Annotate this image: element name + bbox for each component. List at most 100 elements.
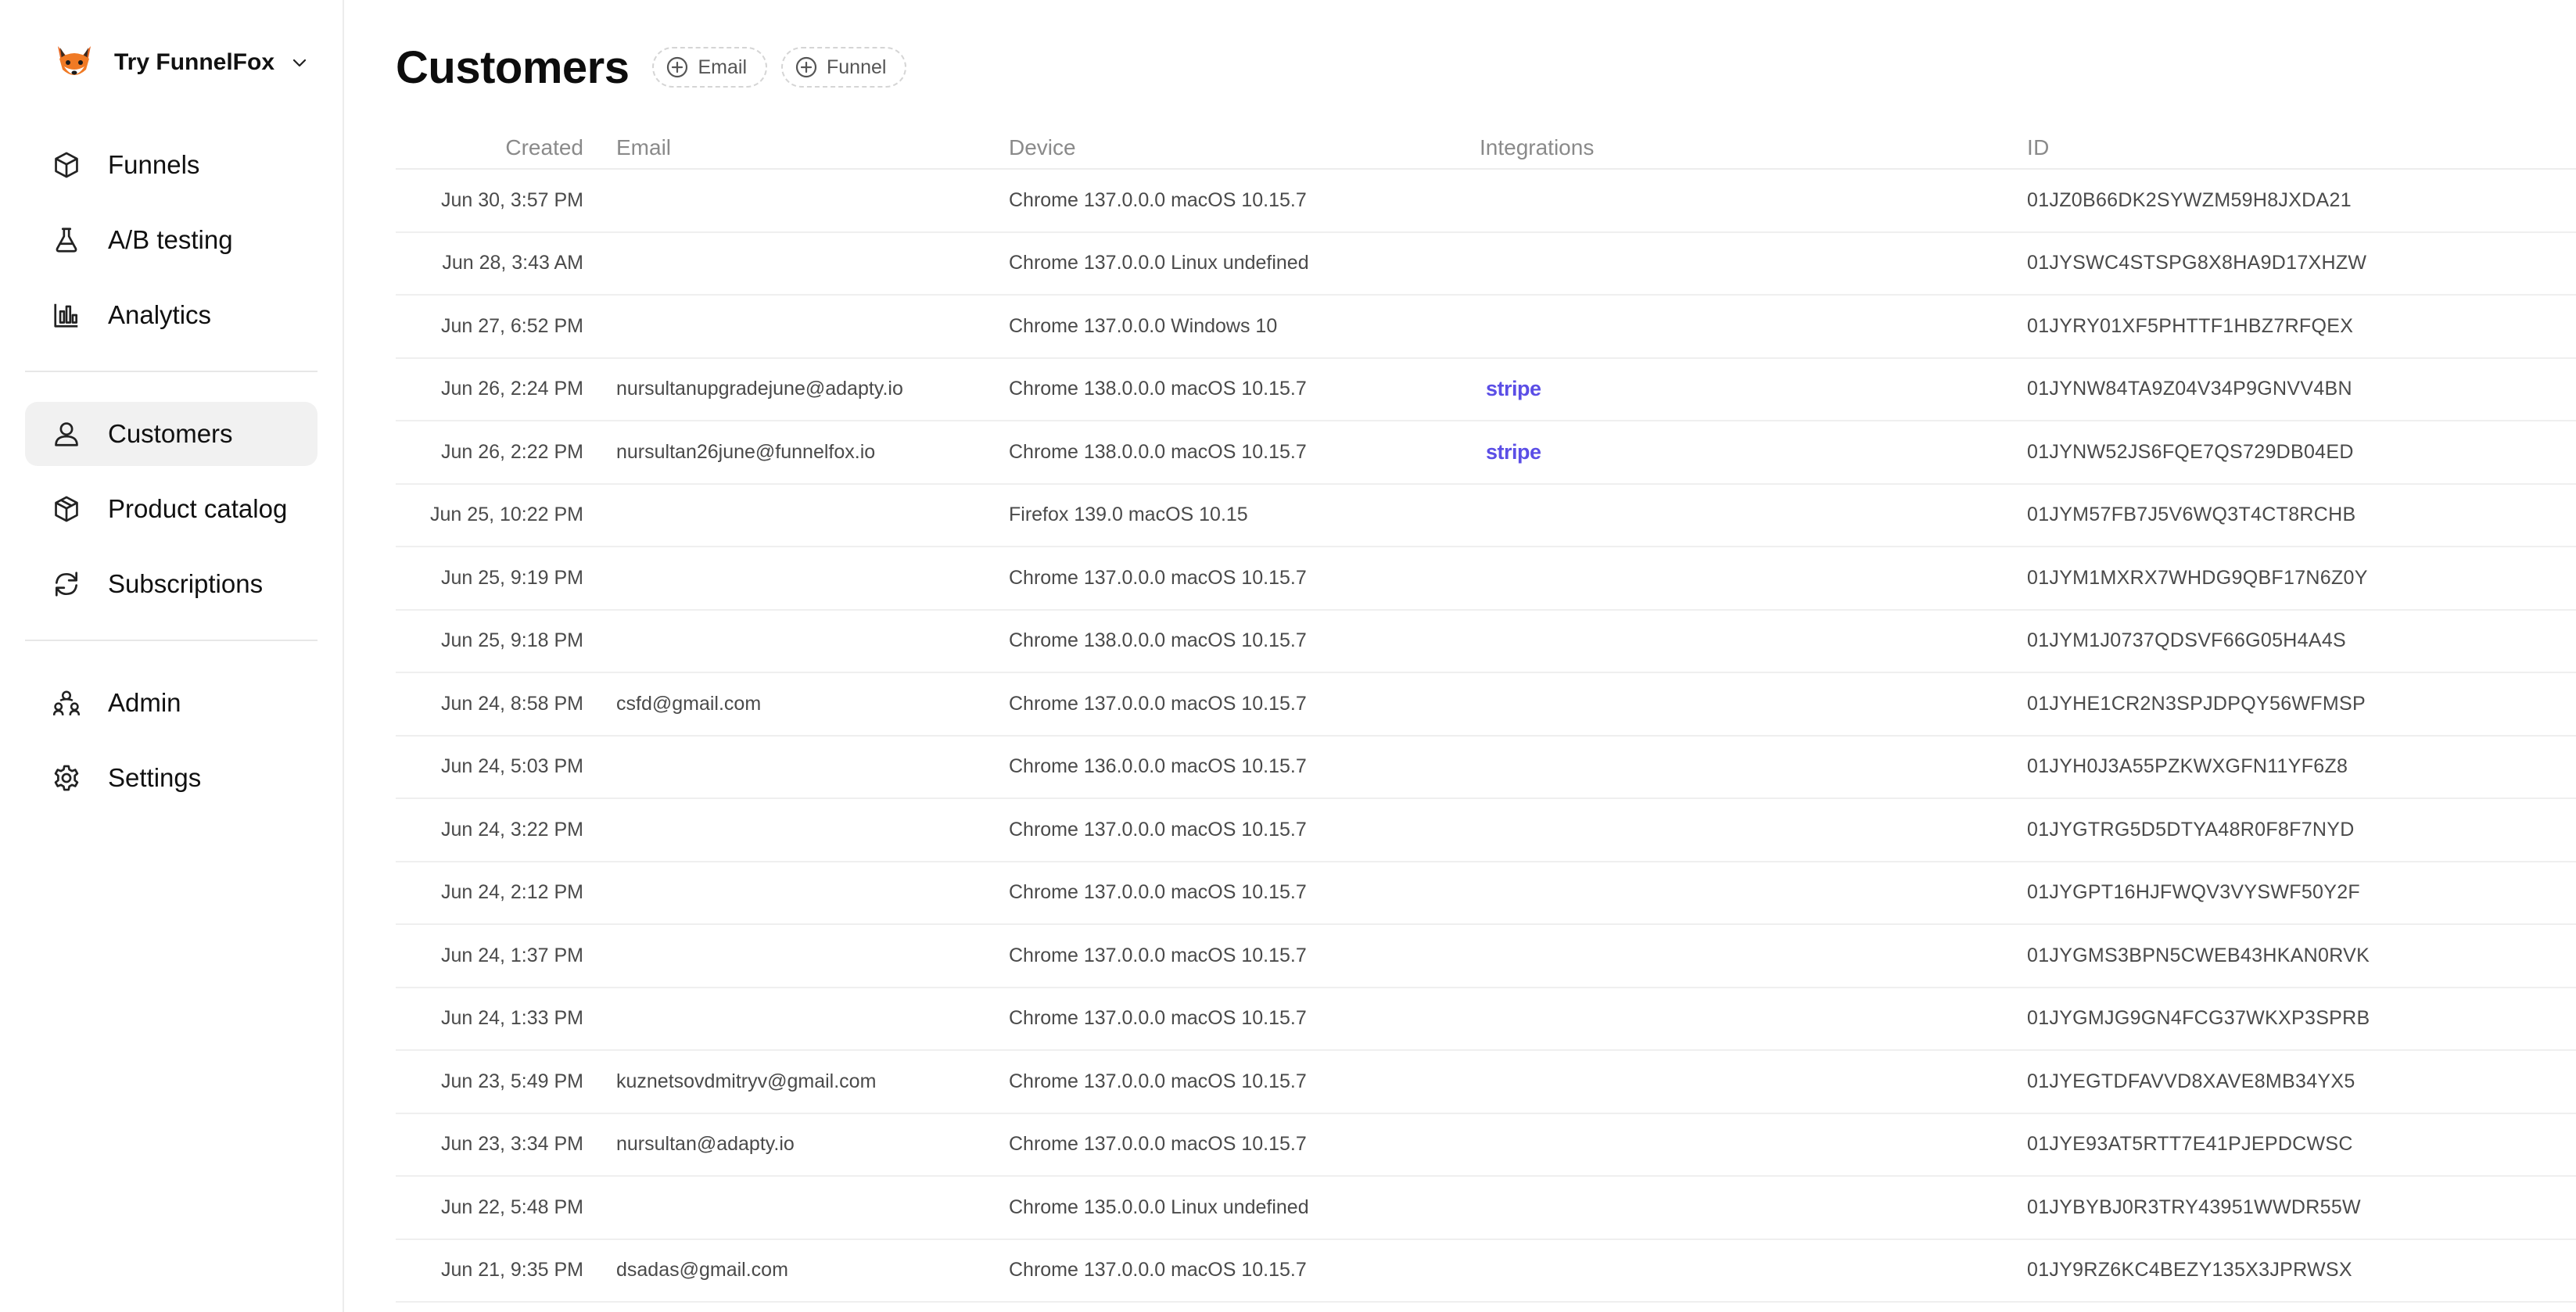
table-row[interactable]: Jun 23, 3:34 PM nursultan@adapty.io Chrome…: [396, 1113, 2576, 1177]
nav-product-catalog-label: Product catalog: [108, 494, 288, 523]
cell-id: 01JYE93AT5RTT7E41PJEPDCWSC: [2027, 1113, 2576, 1177]
nav-product-catalog[interactable]: Product catalog: [25, 477, 318, 541]
email-filter-button[interactable]: Email: [652, 47, 767, 88]
table-row[interactable]: Jun 27, 6:52 PM Chrome 137.0.0.0 Windows …: [396, 295, 2576, 359]
users-admin-icon: [52, 690, 81, 715]
cell-id: 01JYGMS3BPN5CWEB43HKAN0RVK: [2027, 924, 2576, 988]
nav-customers[interactable]: Customers: [25, 402, 318, 466]
cell-email: [583, 987, 1009, 1051]
cell-device: Chrome 137.0.0.0 macOS 10.15.7: [1009, 924, 1480, 988]
table-row[interactable]: Jun 24, 5:03 PM Chrome 136.0.0.0 macOS 10…: [396, 735, 2576, 799]
table-row[interactable]: Jun 28, 3:43 AM Chrome 137.0.0.0 Linux un…: [396, 231, 2576, 296]
cell-id: 01JYGMJG9GN4FCG37WKXP3SPRB: [2027, 987, 2576, 1051]
stripe-logo: stripe: [1486, 377, 1541, 401]
table-row[interactable]: Jun 26, 2:22 PM nursultan26june@funnelfox…: [396, 421, 2576, 485]
table-row[interactable]: Jun 22, 5:48 PM Chrome 135.0.0.0 Linux un…: [396, 1176, 2576, 1240]
table-body: Jun 30, 3:57 PM Chrome 137.0.0.0 macOS 10…: [396, 169, 2576, 1303]
nav-settings-label: Settings: [108, 763, 202, 792]
nav-ab-testing[interactable]: A/B testing: [25, 208, 318, 272]
table-row[interactable]: Jun 25, 9:18 PM Chrome 138.0.0.0 macOS 10…: [396, 609, 2576, 673]
table-row[interactable]: Jun 25, 9:19 PM Chrome 137.0.0.0 macOS 10…: [396, 547, 2576, 611]
cell-email: [583, 924, 1009, 988]
cell-id: 01JYM57FB7J5V6WQ3T4CT8RCHB: [2027, 483, 2576, 547]
cell-email: [583, 735, 1009, 799]
plus-circle-icon: [795, 56, 817, 78]
table-row[interactable]: Jun 26, 2:24 PM nursultanupgradejune@adap…: [396, 357, 2576, 421]
cell-id: 01JYNW84TA9Z04V34P9GNVV4BN: [2027, 357, 2576, 421]
cell-email: [583, 169, 1009, 233]
table-row[interactable]: Jun 23, 5:49 PM kuznetsovdmitryv@gmail.co…: [396, 1050, 2576, 1114]
cell-integrations: [1480, 231, 2027, 296]
cell-email: dsadas@gmail.com: [583, 1239, 1009, 1303]
cell-created: Jun 23, 3:34 PM: [396, 1113, 583, 1177]
cell-email: [583, 483, 1009, 547]
table-row[interactable]: Jun 24, 2:12 PM Chrome 137.0.0.0 macOS 10…: [396, 861, 2576, 925]
user-icon: [55, 422, 78, 446]
cell-integrations: [1480, 798, 2027, 862]
table-row[interactable]: Jun 25, 10:22 PM Firefox 139.0 macOS 10.1…: [396, 483, 2576, 547]
table-row[interactable]: Jun 21, 9:35 PM dsadas@gmail.com Chrome 13…: [396, 1239, 2576, 1303]
cell-id: 01JYNW52JS6FQE7QS729DB04ED: [2027, 421, 2576, 485]
cell-created: Jun 24, 1:37 PM: [396, 924, 583, 988]
table-row[interactable]: Jun 24, 1:33 PM Chrome 137.0.0.0 macOS 10…: [396, 987, 2576, 1051]
table-row[interactable]: Jun 30, 3:57 PM Chrome 137.0.0.0 macOS 10…: [396, 169, 2576, 233]
cell-created: Jun 28, 3:43 AM: [396, 231, 583, 296]
cell-device: Chrome 136.0.0.0 macOS 10.15.7: [1009, 735, 1480, 799]
cell-id: 01JYSWC4STSPG8X8HA9D17XHZW: [2027, 231, 2576, 296]
nav-funnels[interactable]: Funnels: [25, 133, 318, 197]
cell-integrations: [1480, 861, 2027, 925]
cell-created: Jun 25, 9:18 PM: [396, 609, 583, 673]
gear-icon: [54, 765, 79, 791]
cell-integrations: [1480, 547, 2027, 611]
cell-device: Chrome 137.0.0.0 macOS 10.15.7: [1009, 861, 1480, 925]
nav-analytics-label: Analytics: [108, 300, 212, 329]
nav-admin-label: Admin: [108, 688, 181, 717]
cell-id: 01JYM1J0737QDSVF66G05H4A4S: [2027, 609, 2576, 673]
cell-email: [583, 295, 1009, 359]
funnel-filter-button[interactable]: Funnel: [781, 47, 907, 88]
cell-email: nursultan26june@funnelfox.io: [583, 421, 1009, 485]
flask-icon: [56, 228, 77, 253]
column-header-id[interactable]: ID: [2027, 130, 2576, 170]
nav-analytics[interactable]: Analytics: [25, 283, 318, 347]
cell-device: Chrome 137.0.0.0 macOS 10.15.7: [1009, 1113, 1480, 1177]
workspace-switcher[interactable]: Try FunnelFox: [25, 31, 318, 94]
column-header-email[interactable]: Email: [583, 130, 1009, 170]
cell-id: 01JYBYBJ0R3TRY43951WWDR55W: [2027, 1176, 2576, 1240]
nav-admin[interactable]: Admin: [25, 671, 318, 735]
plus-circle-icon: [667, 56, 688, 78]
cell-email: nursultanupgradejune@adapty.io: [583, 357, 1009, 421]
column-header-device[interactable]: Device: [1009, 130, 1480, 170]
cell-created: Jun 26, 2:24 PM: [396, 357, 583, 421]
cell-integrations: [1480, 1113, 2027, 1177]
cell-integrations: [1480, 483, 2027, 547]
cell-integrations: [1480, 295, 2027, 359]
package-icon: [55, 496, 78, 522]
sidebar-divider: [25, 640, 318, 641]
cell-created: Jun 26, 2:22 PM: [396, 421, 583, 485]
funnel-filter-label: Funnel: [827, 56, 887, 78]
nav-customers-label: Customers: [108, 419, 233, 448]
cell-integrations: [1480, 735, 2027, 799]
nav-funnels-label: Funnels: [108, 150, 200, 179]
cell-device: Chrome 137.0.0.0 macOS 10.15.7: [1009, 798, 1480, 862]
cell-email: [583, 861, 1009, 925]
cell-email: [583, 547, 1009, 611]
cell-id: 01JY9RZ6KC4BEZY135X3JPRWSX: [2027, 1239, 2576, 1303]
cell-email: [583, 231, 1009, 296]
table-row[interactable]: Jun 24, 1:37 PM Chrome 137.0.0.0 macOS 10…: [396, 924, 2576, 988]
table-row[interactable]: Jun 24, 8:58 PM csfd@gmail.com Chrome 137.…: [396, 672, 2576, 737]
bar-chart-icon: [54, 303, 78, 328]
cell-integrations: stripe: [1480, 357, 2027, 421]
cell-integrations: stripe: [1480, 421, 2027, 485]
nav-settings[interactable]: Settings: [25, 746, 318, 810]
cell-integrations: [1480, 1239, 2027, 1303]
cell-email: kuznetsovdmitryv@gmail.com: [583, 1050, 1009, 1114]
cell-created: Jun 24, 5:03 PM: [396, 735, 583, 799]
chevron-down-icon: [292, 59, 307, 67]
column-header-integrations[interactable]: Integrations: [1480, 130, 2027, 170]
cell-device: Chrome 137.0.0.0 macOS 10.15.7: [1009, 987, 1480, 1051]
table-row[interactable]: Jun 24, 3:22 PM Chrome 137.0.0.0 macOS 10…: [396, 798, 2576, 862]
column-header-created[interactable]: Created: [396, 130, 583, 170]
nav-subscriptions[interactable]: Subscriptions: [25, 552, 318, 616]
